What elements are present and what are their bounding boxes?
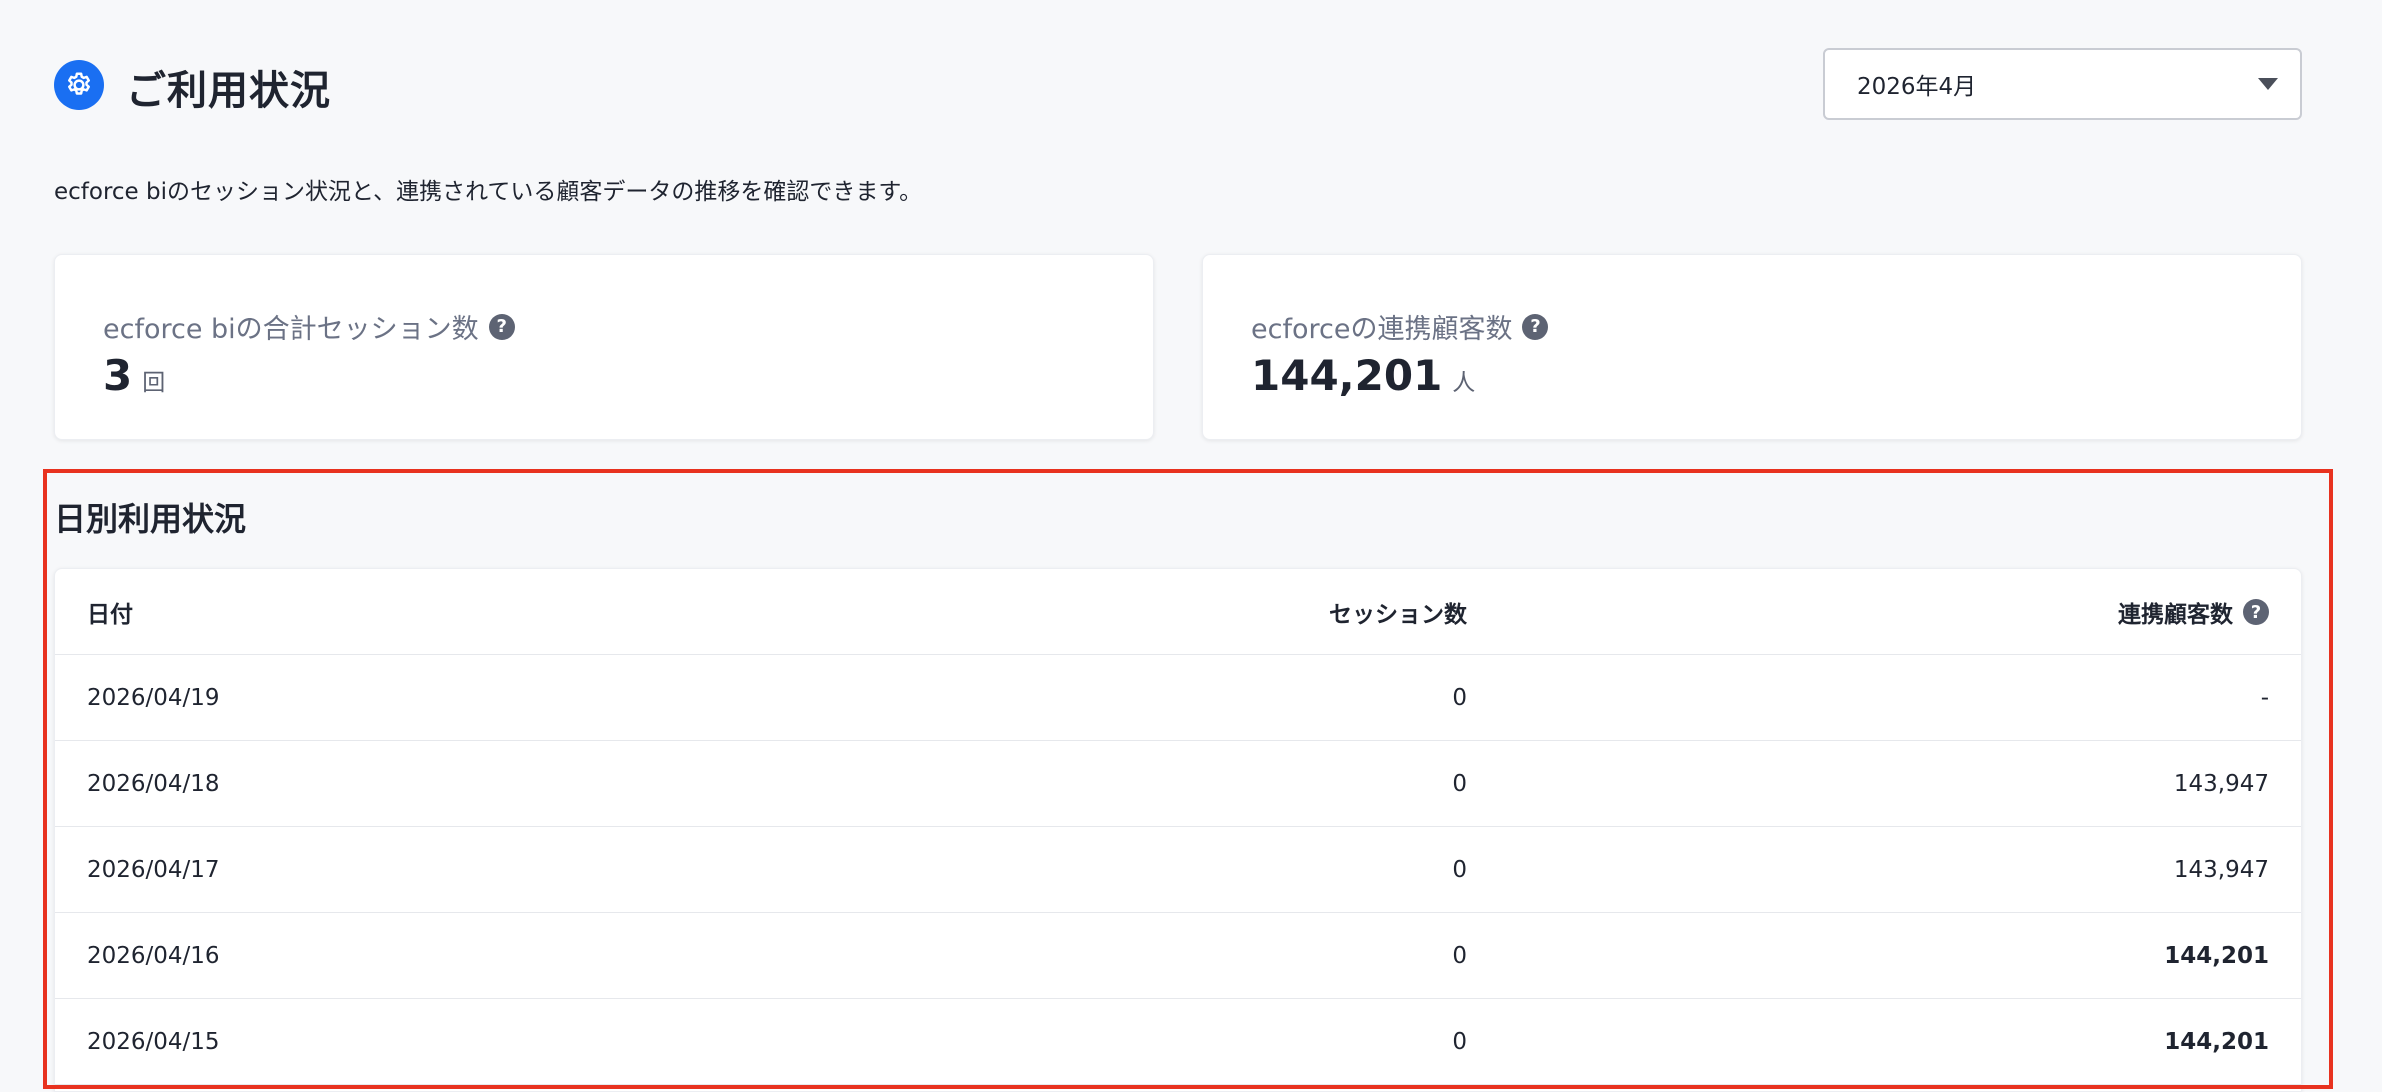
linked-customers-card: ecforceの連携顧客数 ? 144,201 人 (1202, 254, 2302, 440)
month-select[interactable]: 2026年4月 (1823, 48, 2302, 120)
help-icon[interactable]: ? (1522, 313, 1549, 340)
card-value: 3 (103, 351, 133, 400)
total-sessions-card: ecforce biの合計セッション数 ? 3 回 (54, 254, 1154, 440)
chevron-down-icon (2258, 78, 2278, 90)
page-title: ご利用状況 (126, 68, 331, 114)
card-label: ecforce biの合計セッション数 (103, 314, 479, 345)
card-value: 144,201 (1251, 351, 1443, 400)
month-select-value: 2026年4月 (1857, 74, 1977, 100)
help-icon[interactable]: ? (488, 313, 515, 340)
card-unit: 人 (1452, 370, 1476, 396)
card-unit: 回 (142, 370, 166, 396)
highlight-annotation-box (43, 469, 2333, 1089)
gear-icon (54, 60, 104, 110)
card-label: ecforceの連携顧客数 (1251, 314, 1513, 345)
page-header: ご利用状況 2026年4月 (54, 48, 2302, 126)
page-description: ecforce biのセッション状況と、連携されている顧客データの推移を確認でき… (54, 179, 923, 205)
